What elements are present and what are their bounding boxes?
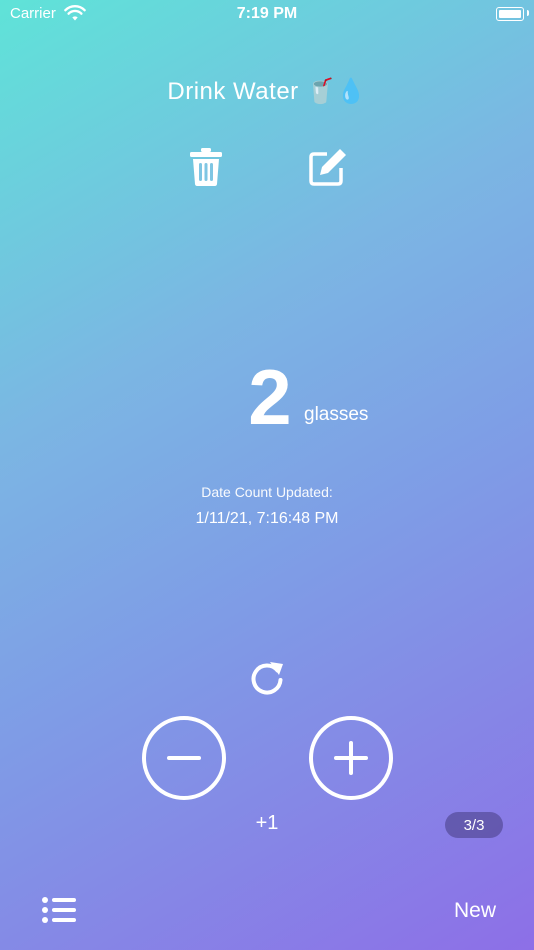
count-unit: glasses — [304, 404, 369, 425]
decrement-button[interactable] — [142, 716, 226, 800]
count-value: 2 — [248, 353, 292, 441]
trash-icon — [190, 148, 222, 186]
plus-icon-vertical — [349, 741, 353, 775]
increment-button[interactable] — [309, 716, 393, 800]
edit-icon — [309, 149, 346, 186]
new-button[interactable]: New — [440, 899, 510, 923]
delete-button[interactable] — [184, 145, 228, 189]
status-time: 7:19 PM — [236, 5, 298, 22]
list-button[interactable] — [40, 895, 78, 927]
edit-button[interactable] — [306, 145, 350, 189]
minus-icon — [167, 756, 201, 760]
reset-button[interactable] — [246, 658, 288, 700]
reset-icon — [251, 662, 283, 695]
updated-value: 1/11/21, 7:16:48 PM — [195, 510, 339, 527]
list-icon — [42, 897, 76, 923]
status-bar: Carrier 7:19 PM — [0, 0, 534, 30]
battery-icon — [496, 7, 524, 21]
step-value: +1 — [255, 812, 279, 834]
updated-label: Date Count Updated: — [201, 484, 333, 500]
page-indicator: 3/3 — [445, 812, 503, 838]
counter-title: Drink Water 🥤💧 — [167, 78, 367, 105]
